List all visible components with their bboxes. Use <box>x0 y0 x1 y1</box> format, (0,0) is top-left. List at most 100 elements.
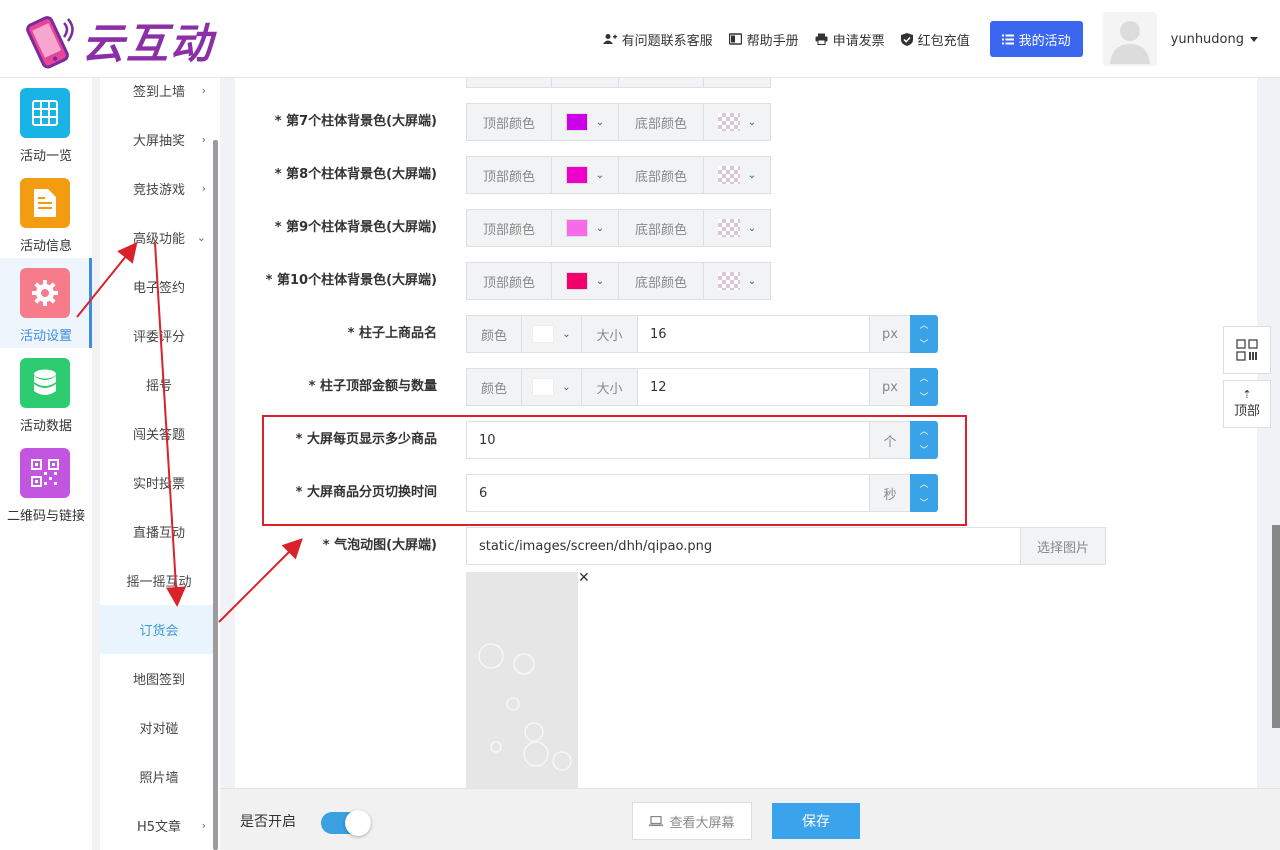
sidebar-item-overview[interactable]: 活动一览 <box>0 78 92 168</box>
enable-toggle[interactable] <box>321 810 371 836</box>
top-color-picker[interactable] <box>551 78 619 88</box>
laptop-icon <box>649 815 664 826</box>
back-to-top-button[interactable]: ⇡ 顶部 <box>1223 380 1271 428</box>
submenu-item-order[interactable]: 订货会 <box>100 605 218 654</box>
submenu-item-vote[interactable]: 实时投票 <box>100 458 218 507</box>
bottom-color-addon: 底部颜色 <box>618 103 704 141</box>
sidebar-label: 二维码与链接 <box>6 509 85 524</box>
chevron-down-icon: ⌄ <box>562 328 571 340</box>
submenu-item-h5[interactable]: H5文章 › <box>100 801 218 850</box>
color-swatch <box>532 378 555 396</box>
color-swatch <box>565 219 588 237</box>
color-swatch <box>565 113 588 131</box>
submenu-item-judge[interactable]: 评委评分 <box>100 311 218 360</box>
chevron-down-icon: ⌄ <box>562 381 571 393</box>
main-scrollbar[interactable] <box>1272 525 1280 728</box>
sidebar-item-qrcode[interactable]: 二维码与链接 <box>0 438 92 528</box>
color-picker[interactable]: ⌄ <box>521 368 582 406</box>
submenu-item-quiz[interactable]: 闯关答题 <box>100 409 218 458</box>
submenu-scrollbar[interactable] <box>213 140 218 850</box>
submenu-label: H5文章 <box>136 820 182 835</box>
px-addon: px <box>869 368 911 406</box>
user-plus-icon <box>602 34 617 44</box>
field-label: * 第9个柱体背景色(大屏端) <box>274 220 437 235</box>
chevron-down-icon: ⌄ <box>196 231 206 244</box>
submenu-item-esign[interactable]: 电子签约 <box>100 262 218 311</box>
qrcode-float-button[interactable] <box>1223 326 1271 374</box>
submenu-item-lottery[interactable]: 大屏抽奖 › <box>100 115 218 164</box>
submenu-item-live[interactable]: 直播互动 <box>100 507 218 556</box>
save-button[interactable]: 保存 <box>772 803 860 839</box>
avatar[interactable] <box>1102 12 1157 66</box>
form-row-top-amount: * 柱子顶部金额与数量 颜色 ⌄ 大小 12 px ︿ ﹀ <box>235 368 1257 406</box>
printer-icon <box>815 33 828 45</box>
chevron-up-icon[interactable]: ︿ <box>919 371 928 384</box>
logo[interactable]: 云互动 <box>18 10 214 71</box>
bottom-color-addon: 底部颜色 <box>618 156 704 194</box>
arrow-up-icon: ⇡ <box>1242 388 1252 401</box>
bottom-color-picker[interactable] <box>703 78 771 88</box>
submenu-item-photo-wall[interactable]: 照片墙 <box>100 752 218 801</box>
submenu-label: 地图签到 <box>132 673 185 688</box>
select-image-button[interactable]: 选择图片 <box>1020 527 1106 565</box>
sidebar-item-info[interactable]: 活动信息 <box>0 168 92 258</box>
top-color-picker[interactable]: ⌄ <box>551 262 619 300</box>
top-color-picker[interactable]: ⌄ <box>551 103 619 141</box>
bottom-bar: 是否开启 查看大屏幕 保存 <box>220 788 1280 850</box>
my-activity-label: 我的活动 <box>1018 33 1071 49</box>
size-input[interactable]: 12 <box>637 368 870 406</box>
chevron-down-icon[interactable]: ﹀ <box>919 337 928 350</box>
submenu-item-shake[interactable]: 摇一摇互动 <box>100 556 218 605</box>
top-color-picker[interactable]: ⌄ <box>551 156 619 194</box>
submenu-item-map-sign[interactable]: 地图签到 <box>100 654 218 703</box>
highlight-box <box>262 415 967 526</box>
user-avatar-icon <box>1109 21 1150 64</box>
size-input[interactable]: 16 <box>637 315 870 353</box>
grid-icon <box>20 88 70 138</box>
chevron-right-icon: › <box>201 182 206 195</box>
close-icon[interactable]: ✕ <box>578 570 590 586</box>
bubble-path-input[interactable]: static/images/screen/dhh/qipao.png <box>466 527 1021 565</box>
color-addon: 颜色 <box>466 368 522 406</box>
chevron-right-icon: › <box>201 133 206 146</box>
submenu-item-match[interactable]: 对对碰 <box>100 703 218 752</box>
bottom-color-picker[interactable]: ⌄ <box>703 209 771 247</box>
bottom-color-picker[interactable]: ⌄ <box>703 262 771 300</box>
top-color-picker[interactable]: ⌄ <box>551 209 619 247</box>
manual-label: 帮助手册 <box>746 33 799 49</box>
color-picker[interactable]: ⌄ <box>521 315 582 353</box>
chevron-down-icon[interactable]: ﹀ <box>919 390 928 403</box>
submenu-item-advanced[interactable]: 高级功能 ⌄ <box>100 213 218 262</box>
bottom-color-picker[interactable]: ⌄ <box>703 103 771 141</box>
size-stepper[interactable]: ︿ ﹀ <box>910 368 938 406</box>
color-swatch <box>532 325 555 343</box>
sidebar-item-data[interactable]: 活动数据 <box>0 348 92 438</box>
recharge-link[interactable]: 红包充值 <box>900 30 970 49</box>
chevron-up-icon[interactable]: ︿ <box>919 318 928 331</box>
form-row-product-name: * 柱子上商品名 颜色 ⌄ 大小 16 px ︿ ﹀ <box>235 315 1257 353</box>
bottom-color-picker[interactable]: ⌄ <box>703 156 771 194</box>
my-activity-button[interactable]: 我的活动 <box>989 21 1083 57</box>
user-menu[interactable]: yunhudong <box>1171 32 1258 47</box>
shield-check-icon <box>900 32 913 46</box>
sidebar-label: 活动数据 <box>19 419 72 434</box>
sidebar-item-settings[interactable]: 活动设置 <box>0 258 92 348</box>
submenu-label: 实时投票 <box>132 477 185 492</box>
submenu-item-shake-number[interactable]: 摇号 <box>100 360 218 409</box>
view-screen-button[interactable]: 查看大屏幕 <box>632 802 752 840</box>
submenu-item-sign-wall[interactable]: 签到上墙 › <box>100 78 218 115</box>
submenu-label: 签到上墙 <box>132 85 185 100</box>
submenu-item-games[interactable]: 竞技游戏 › <box>100 164 218 213</box>
top-color-addon: 顶部颜色 <box>466 103 552 141</box>
chevron-down-icon: ⌄ <box>747 169 757 181</box>
transparent-swatch <box>717 166 740 184</box>
bottom-color-addon <box>618 78 704 88</box>
manual-link[interactable]: 帮助手册 <box>728 30 799 49</box>
view-screen-label: 查看大屏幕 <box>669 815 735 831</box>
sidebar-label: 活动信息 <box>19 239 72 254</box>
support-link[interactable]: 有问题联系客服 <box>602 30 713 49</box>
size-stepper[interactable]: ︿ ﹀ <box>910 315 938 353</box>
invoice-link[interactable]: 申请发票 <box>815 30 885 49</box>
database-icon <box>20 358 70 408</box>
color-swatch <box>565 272 588 290</box>
